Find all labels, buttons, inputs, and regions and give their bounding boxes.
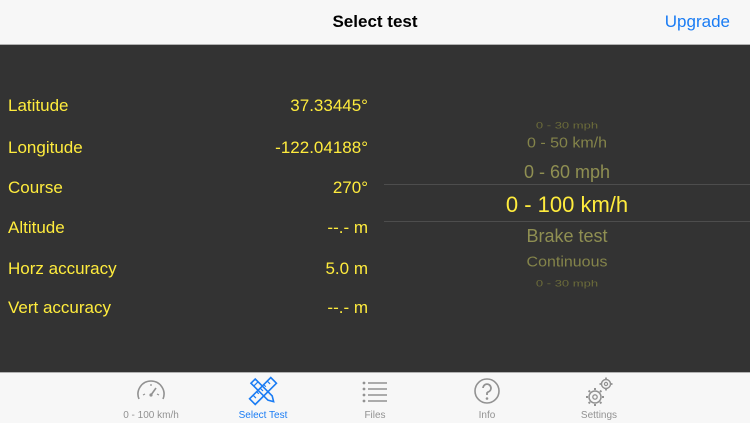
ruler-pencil-icon bbox=[248, 376, 278, 406]
course-value: 270° bbox=[332, 178, 368, 197]
picker-selection-bottom-line bbox=[384, 221, 750, 222]
longitude-value: -122.04188° bbox=[275, 138, 368, 157]
tab-0-100[interactable]: 0 - 100 km/h bbox=[101, 373, 201, 423]
altitude-label: Altitude bbox=[8, 218, 65, 237]
longitude-label: Longitude bbox=[8, 138, 83, 157]
picker-option[interactable]: 0 - 50 km/h bbox=[384, 136, 750, 152]
upgrade-button[interactable]: Upgrade bbox=[665, 12, 730, 32]
picker-option[interactable]: 0 - 60 mph bbox=[384, 162, 750, 183]
tab-select-test[interactable]: Select Test bbox=[213, 373, 313, 423]
vert-accuracy-row: Vert accuracy --.- m bbox=[8, 298, 368, 322]
tab-label: Select Test bbox=[238, 410, 288, 421]
course-row: Course 270° bbox=[8, 178, 368, 202]
altitude-row: Altitude --.- m bbox=[8, 218, 368, 242]
navigation-bar: Select test Upgrade bbox=[0, 0, 750, 45]
page-title: Select test bbox=[332, 12, 418, 31]
tab-info[interactable]: Info bbox=[437, 373, 537, 423]
latitude-row: Latitude 37.33445° bbox=[8, 96, 368, 120]
list-icon bbox=[362, 381, 387, 403]
vert-accuracy-label: Vert accuracy bbox=[8, 298, 111, 317]
speedometer-icon bbox=[137, 380, 165, 400]
picker-option[interactable]: 0 - 30 mph bbox=[384, 120, 750, 131]
course-label: Course bbox=[8, 178, 63, 197]
picker-option-selected[interactable]: 0 - 100 km/h bbox=[384, 192, 750, 218]
picker-option[interactable]: Brake test bbox=[384, 226, 750, 247]
latitude-value: 37.33445° bbox=[290, 96, 368, 115]
picker-option[interactable]: Continuous bbox=[384, 255, 750, 271]
test-picker[interactable]: 0 - 30 mph 0 - 50 km/h 0 - 60 mph 0 - 10… bbox=[384, 110, 750, 295]
picker-selection-top-line bbox=[384, 184, 750, 185]
picker-option[interactable]: 0 - 30 mph bbox=[384, 278, 750, 289]
tab-label: 0 - 100 km/h bbox=[123, 410, 179, 421]
latitude-label: Latitude bbox=[8, 96, 69, 115]
tab-label: Files bbox=[364, 410, 386, 421]
question-icon bbox=[474, 378, 500, 404]
horz-accuracy-label: Horz accuracy bbox=[8, 259, 117, 278]
tab-label: Settings bbox=[580, 410, 618, 421]
longitude-row: Longitude -122.04188° bbox=[8, 138, 368, 162]
tab-settings[interactable]: Settings bbox=[549, 373, 649, 423]
gears-icon bbox=[586, 377, 613, 406]
tab-bar: 0 - 100 km/h Select Test Files Info Sett… bbox=[0, 372, 750, 423]
horz-accuracy-value: 5.0 m bbox=[325, 259, 368, 278]
horz-accuracy-row: Horz accuracy 5.0 m bbox=[8, 259, 368, 283]
vert-accuracy-value: --.- m bbox=[327, 298, 368, 317]
altitude-value: --.- m bbox=[327, 218, 368, 237]
tab-files[interactable]: Files bbox=[325, 373, 425, 423]
tab-label: Info bbox=[478, 410, 496, 421]
